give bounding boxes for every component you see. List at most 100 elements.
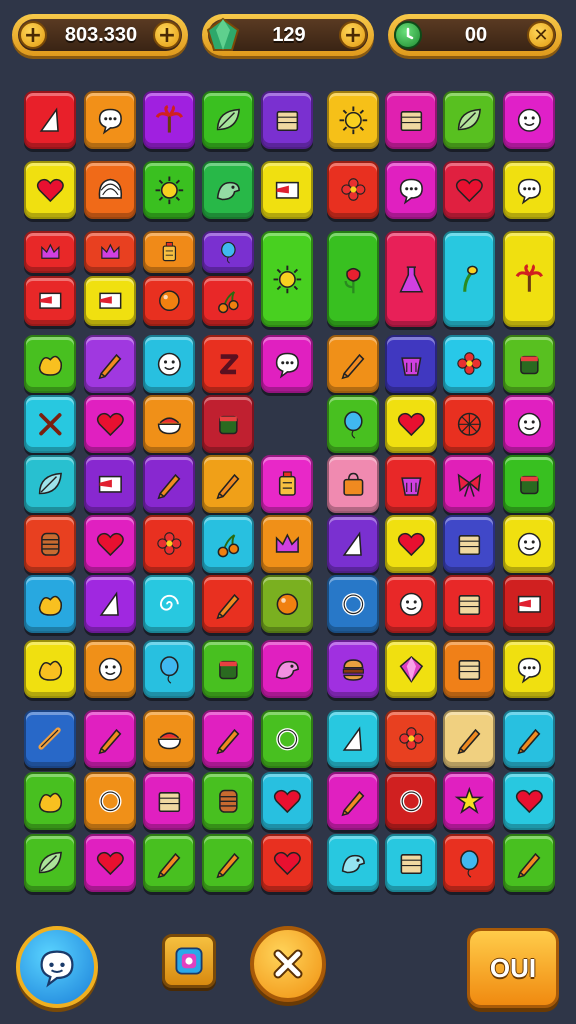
tile-pencil[interactable] — [143, 455, 195, 513]
cancel-button[interactable] — [250, 926, 326, 1002]
tile-box[interactable] — [443, 575, 495, 633]
tile-face[interactable] — [84, 640, 136, 698]
tile-cup[interactable] — [503, 455, 555, 513]
tile-sail[interactable] — [84, 575, 136, 633]
tile-bird[interactable] — [202, 161, 254, 219]
tile-pencil[interactable] — [202, 710, 254, 768]
tile-box[interactable] — [385, 834, 437, 892]
tile-bird[interactable] — [327, 834, 379, 892]
tile-splash[interactable] — [24, 335, 76, 393]
tile-speech[interactable] — [84, 91, 136, 149]
tile-face[interactable] — [503, 395, 555, 453]
tile-star[interactable] — [443, 772, 495, 830]
tile-bucket[interactable] — [385, 455, 437, 513]
tile-cherry[interactable] — [202, 515, 254, 573]
tile-crown[interactable] — [84, 231, 136, 273]
tile-balloon[interactable] — [143, 640, 195, 698]
tile-sail[interactable] — [327, 515, 379, 573]
tile-heart[interactable] — [24, 161, 76, 219]
tile-zigzag[interactable] — [202, 335, 254, 393]
tile-heart[interactable] — [261, 772, 313, 830]
tile-pencil[interactable] — [327, 772, 379, 830]
tile-bag[interactable] — [327, 455, 379, 513]
tile-flower[interactable] — [143, 515, 195, 573]
tile-palm[interactable] — [503, 231, 555, 327]
tile-bowl[interactable] — [143, 710, 195, 768]
shuffle-button[interactable] — [162, 934, 216, 988]
tile-heart[interactable] — [385, 395, 437, 453]
confirm-button[interactable]: OUI — [467, 928, 559, 1008]
tile-flag[interactable] — [84, 455, 136, 513]
tile-lantern[interactable] — [143, 231, 195, 273]
tile-stem[interactable] — [443, 231, 495, 327]
tile-leaf[interactable] — [443, 91, 495, 149]
tile-heart[interactable] — [84, 834, 136, 892]
tile-bucket[interactable] — [385, 335, 437, 393]
tile-bow[interactable] — [443, 455, 495, 513]
tile-flag[interactable] — [503, 575, 555, 633]
tile-heart[interactable] — [443, 161, 495, 219]
tile-orb[interactable] — [261, 575, 313, 633]
tile-crown[interactable] — [24, 231, 76, 273]
tile-heart[interactable] — [261, 834, 313, 892]
tile-bird[interactable] — [261, 640, 313, 698]
tile-pencil[interactable] — [503, 710, 555, 768]
tile-flag[interactable] — [84, 276, 136, 326]
tile-pencil[interactable] — [443, 710, 495, 768]
tile-ball[interactable] — [443, 395, 495, 453]
tile-speech[interactable] — [503, 161, 555, 219]
tile-ring[interactable] — [327, 575, 379, 633]
tile-bowl[interactable] — [143, 395, 195, 453]
tile-pencil[interactable] — [84, 335, 136, 393]
tile-balloon[interactable] — [327, 395, 379, 453]
tile-cross[interactable] — [24, 395, 76, 453]
tile-heart[interactable] — [84, 515, 136, 573]
tile-pencil[interactable] — [202, 455, 254, 513]
tile-spiral[interactable] — [143, 575, 195, 633]
tile-heart[interactable] — [385, 515, 437, 573]
tile-pencil[interactable] — [143, 834, 195, 892]
tile-balloon[interactable] — [202, 231, 254, 273]
tile-flower[interactable] — [327, 161, 379, 219]
tile-sun[interactable] — [143, 161, 195, 219]
tile-face[interactable] — [503, 91, 555, 149]
tile-lantern[interactable] — [261, 455, 313, 513]
tile-sun[interactable] — [327, 91, 379, 149]
tile-sail[interactable] — [24, 91, 76, 149]
tile-face[interactable] — [503, 515, 555, 573]
tile-cherry[interactable] — [202, 276, 254, 326]
tile-flag[interactable] — [24, 276, 76, 326]
tile-pencil[interactable] — [84, 710, 136, 768]
tile-ring[interactable] — [385, 772, 437, 830]
tile-burger[interactable] — [327, 640, 379, 698]
tile-orb[interactable] — [143, 276, 195, 326]
tile-box[interactable] — [443, 640, 495, 698]
tile-face[interactable] — [143, 335, 195, 393]
tile-heart[interactable] — [503, 772, 555, 830]
tile-splash[interactable] — [24, 772, 76, 830]
tile-leaf[interactable] — [24, 834, 76, 892]
tile-box[interactable] — [385, 91, 437, 149]
tile-shell[interactable] — [84, 161, 136, 219]
tile-pencil[interactable] — [202, 575, 254, 633]
tile-sail[interactable] — [327, 710, 379, 768]
tile-splash[interactable] — [24, 640, 76, 698]
tile-speech[interactable] — [385, 161, 437, 219]
tile-sun[interactable] — [261, 231, 313, 327]
tile-crown[interactable] — [261, 515, 313, 573]
tile-rose[interactable] — [327, 231, 379, 327]
tile-flag[interactable] — [261, 161, 313, 219]
tile-leaf[interactable] — [202, 91, 254, 149]
tile-flask[interactable] — [385, 231, 437, 327]
tile-splash[interactable] — [24, 575, 76, 633]
tile-balloon[interactable] — [443, 834, 495, 892]
tile-cup[interactable] — [202, 395, 254, 453]
tile-gem[interactable] — [385, 640, 437, 698]
tile-speech[interactable] — [503, 640, 555, 698]
tile-pencil[interactable] — [327, 335, 379, 393]
tile-palm[interactable] — [143, 91, 195, 149]
tile-pencil[interactable] — [503, 834, 555, 892]
tile-leaf[interactable] — [24, 455, 76, 513]
tile-flower[interactable] — [443, 335, 495, 393]
tile-cup[interactable] — [503, 335, 555, 393]
